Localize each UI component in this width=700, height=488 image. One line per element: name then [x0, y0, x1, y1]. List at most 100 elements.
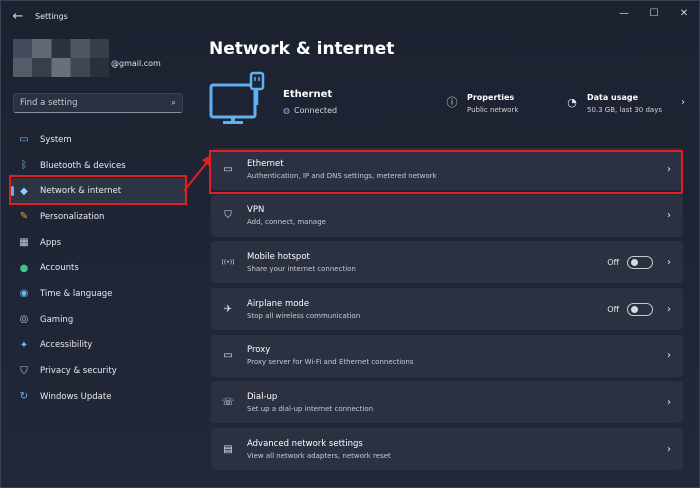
row-subtitle: Share your internet connection: [247, 264, 356, 273]
system-icon: ▭: [19, 134, 29, 146]
chevron-right-icon[interactable]: ›: [681, 97, 685, 108]
sidebar-item-network-internet[interactable]: ◆ Network & internet: [11, 178, 187, 205]
row-mobile-hotspot[interactable]: ((•)) Mobile hotspot Share your internet c…: [211, 241, 683, 284]
settings-list: ▭ Ethernet Authentication, IP and DNS sett…: [211, 148, 683, 475]
sidebar-item-privacy-security[interactable]: ⛉ Privacy & security: [11, 358, 187, 384]
search-icon[interactable]: ⌕: [171, 98, 176, 108]
monitor-icon: ▭: [223, 163, 233, 175]
window-controls: — ☐ ✕: [609, 1, 699, 25]
title-bar: ← Settings — ☐ ✕: [1, 1, 699, 31]
app-title: Settings: [35, 11, 68, 21]
maximize-button[interactable]: ☐: [639, 1, 669, 25]
row-text: Advanced network settings View all networ…: [247, 439, 659, 460]
info-icon: ⓘ: [446, 96, 458, 109]
globe-icon: ◍: [283, 106, 290, 115]
row-vpn[interactable]: ⛉ VPN Add, connect, manage ›: [211, 194, 683, 237]
row-dial-up[interactable]: ☏ Dial-up Set up a dial-up internet connec…: [211, 381, 683, 424]
sidebar-item-label: Time & language: [40, 288, 113, 299]
search-input[interactable]: Find a setting ⌕: [13, 93, 183, 113]
shield-icon: ⛉: [20, 365, 28, 377]
toggle-switch[interactable]: [627, 255, 653, 269]
sidebar-item-label: System: [40, 134, 72, 145]
row-text: Dial-up Set up a dial-up internet connect…: [247, 392, 659, 413]
row-airplane-mode[interactable]: ✈ Airplane mode Stop all wireless communic…: [211, 288, 683, 331]
data-usage-link[interactable]: ◔ Data usage 50.3 GB, last 30 days: [565, 93, 662, 114]
toggle-switch[interactable]: [627, 302, 653, 316]
sidebar-item-gaming[interactable]: ◎ Gaming: [11, 307, 187, 333]
connection-name: Ethernet: [283, 89, 333, 100]
sidebar-item-label: Network & internet: [40, 186, 122, 197]
toggle-state-label: Off: [607, 257, 619, 267]
settings-window: ← Settings — ☐ ✕ @gmail.com Find a setti…: [0, 0, 700, 488]
row-title: Mobile hotspot: [247, 251, 310, 262]
connection-status-text: Connected: [293, 106, 338, 115]
properties-title: Properties: [467, 93, 515, 102]
row-ethernet[interactable]: ▭ Ethernet Authentication, IP and DNS sett…: [211, 148, 683, 190]
toggle-knob: [631, 258, 638, 266]
wifi-icon: ◆: [20, 185, 28, 197]
hotspot-icon: ((•)): [221, 258, 235, 266]
back-arrow-icon[interactable]: ←: [3, 1, 33, 31]
row-subtitle: Stop all wireless communication: [247, 311, 361, 320]
sidebar-item-label: Accessibility: [40, 340, 93, 351]
chevron-right-icon[interactable]: ›: [659, 397, 679, 408]
ethernet-monitor-icon: [209, 71, 265, 124]
minimize-button[interactable]: —: [609, 1, 639, 25]
globe-clock-icon: ◉: [19, 288, 29, 300]
sidebar-item-label: Accounts: [40, 263, 79, 274]
sidebar-item-windows-update[interactable]: ↻ Windows Update: [11, 384, 187, 410]
connection-status: ◍ Connected: [283, 106, 337, 115]
chevron-right-icon[interactable]: ›: [659, 210, 679, 221]
sidebar-item-label: Gaming: [40, 314, 74, 325]
chevron-right-icon[interactable]: ›: [659, 164, 679, 175]
chevron-right-icon[interactable]: ›: [659, 444, 679, 455]
avatar: [13, 39, 109, 77]
chevron-right-icon[interactable]: ›: [659, 257, 679, 268]
row-subtitle: Authentication, IP and DNS settings, met…: [247, 171, 437, 180]
toggle-group: Off: [607, 255, 653, 269]
network-adapter-icon: ▤: [223, 443, 233, 455]
sidebar-item-label: Windows Update: [40, 391, 112, 402]
toggle-state-label: Off: [607, 304, 619, 314]
row-text: Airplane mode Stop all wireless communica…: [247, 299, 607, 320]
data-usage-sub: 50.3 GB, last 30 days: [587, 106, 662, 114]
row-title: Airplane mode: [247, 298, 310, 309]
row-advanced-network-settings[interactable]: ▤ Advanced network settings View all netwo…: [211, 428, 683, 471]
profile-email: @gmail.com: [111, 59, 161, 68]
row-subtitle: Set up a dial-up internet connection: [247, 404, 374, 413]
bluetooth-icon: ᛒ: [21, 160, 27, 172]
row-title: Proxy: [247, 345, 271, 356]
sidebar-item-apps[interactable]: ▦ Apps: [11, 230, 187, 256]
close-button[interactable]: ✕: [669, 1, 699, 25]
search-placeholder: Find a setting: [20, 98, 78, 108]
update-icon: ↻: [19, 391, 29, 403]
page-title: Network & internet: [209, 39, 395, 59]
row-proxy[interactable]: ▭ Proxy Proxy server for Wi-Fi and Etherne…: [211, 334, 683, 377]
row-text: Ethernet Authentication, IP and DNS setti…: [247, 159, 659, 180]
brush-icon: ✎: [19, 211, 29, 223]
row-subtitle: Proxy server for Wi-Fi and Ethernet conn…: [247, 358, 414, 367]
airplane-icon: ✈: [223, 303, 233, 315]
sidebar-item-time-language[interactable]: ◉ Time & language: [11, 281, 187, 307]
chevron-right-icon[interactable]: ›: [659, 304, 679, 315]
sidebar-item-system[interactable]: ▭ System: [11, 127, 187, 153]
proxy-icon: ▭: [223, 350, 233, 362]
accounts-icon: ●: [19, 262, 29, 274]
sidebar-nav: ▭ System ᛒ Bluetooth & devices ◆ Network & in…: [11, 127, 187, 410]
data-usage-title: Data usage: [587, 93, 639, 102]
toggle-group: Off: [607, 302, 653, 316]
sidebar-item-accessibility[interactable]: ✦ Accessibility: [11, 333, 187, 359]
profile[interactable]: @gmail.com: [13, 39, 173, 79]
properties-link[interactable]: ⓘ Properties Public network: [445, 93, 519, 114]
row-title: Dial-up: [247, 391, 278, 402]
row-subtitle: View all network adapters, network reset: [247, 451, 391, 460]
chevron-right-icon[interactable]: ›: [659, 350, 679, 361]
sidebar-item-personalization[interactable]: ✎ Personalization: [11, 204, 187, 230]
apps-icon: ▦: [19, 237, 29, 249]
sidebar-item-bluetooth-devices[interactable]: ᛒ Bluetooth & devices: [11, 153, 187, 179]
properties-sub: Public network: [467, 106, 519, 114]
sidebar-item-label: Privacy & security: [40, 366, 117, 377]
row-text: VPN Add, connect, manage: [247, 205, 659, 226]
sidebar-item-accounts[interactable]: ● Accounts: [11, 255, 187, 281]
sidebar-item-label: Personalization: [40, 211, 105, 222]
